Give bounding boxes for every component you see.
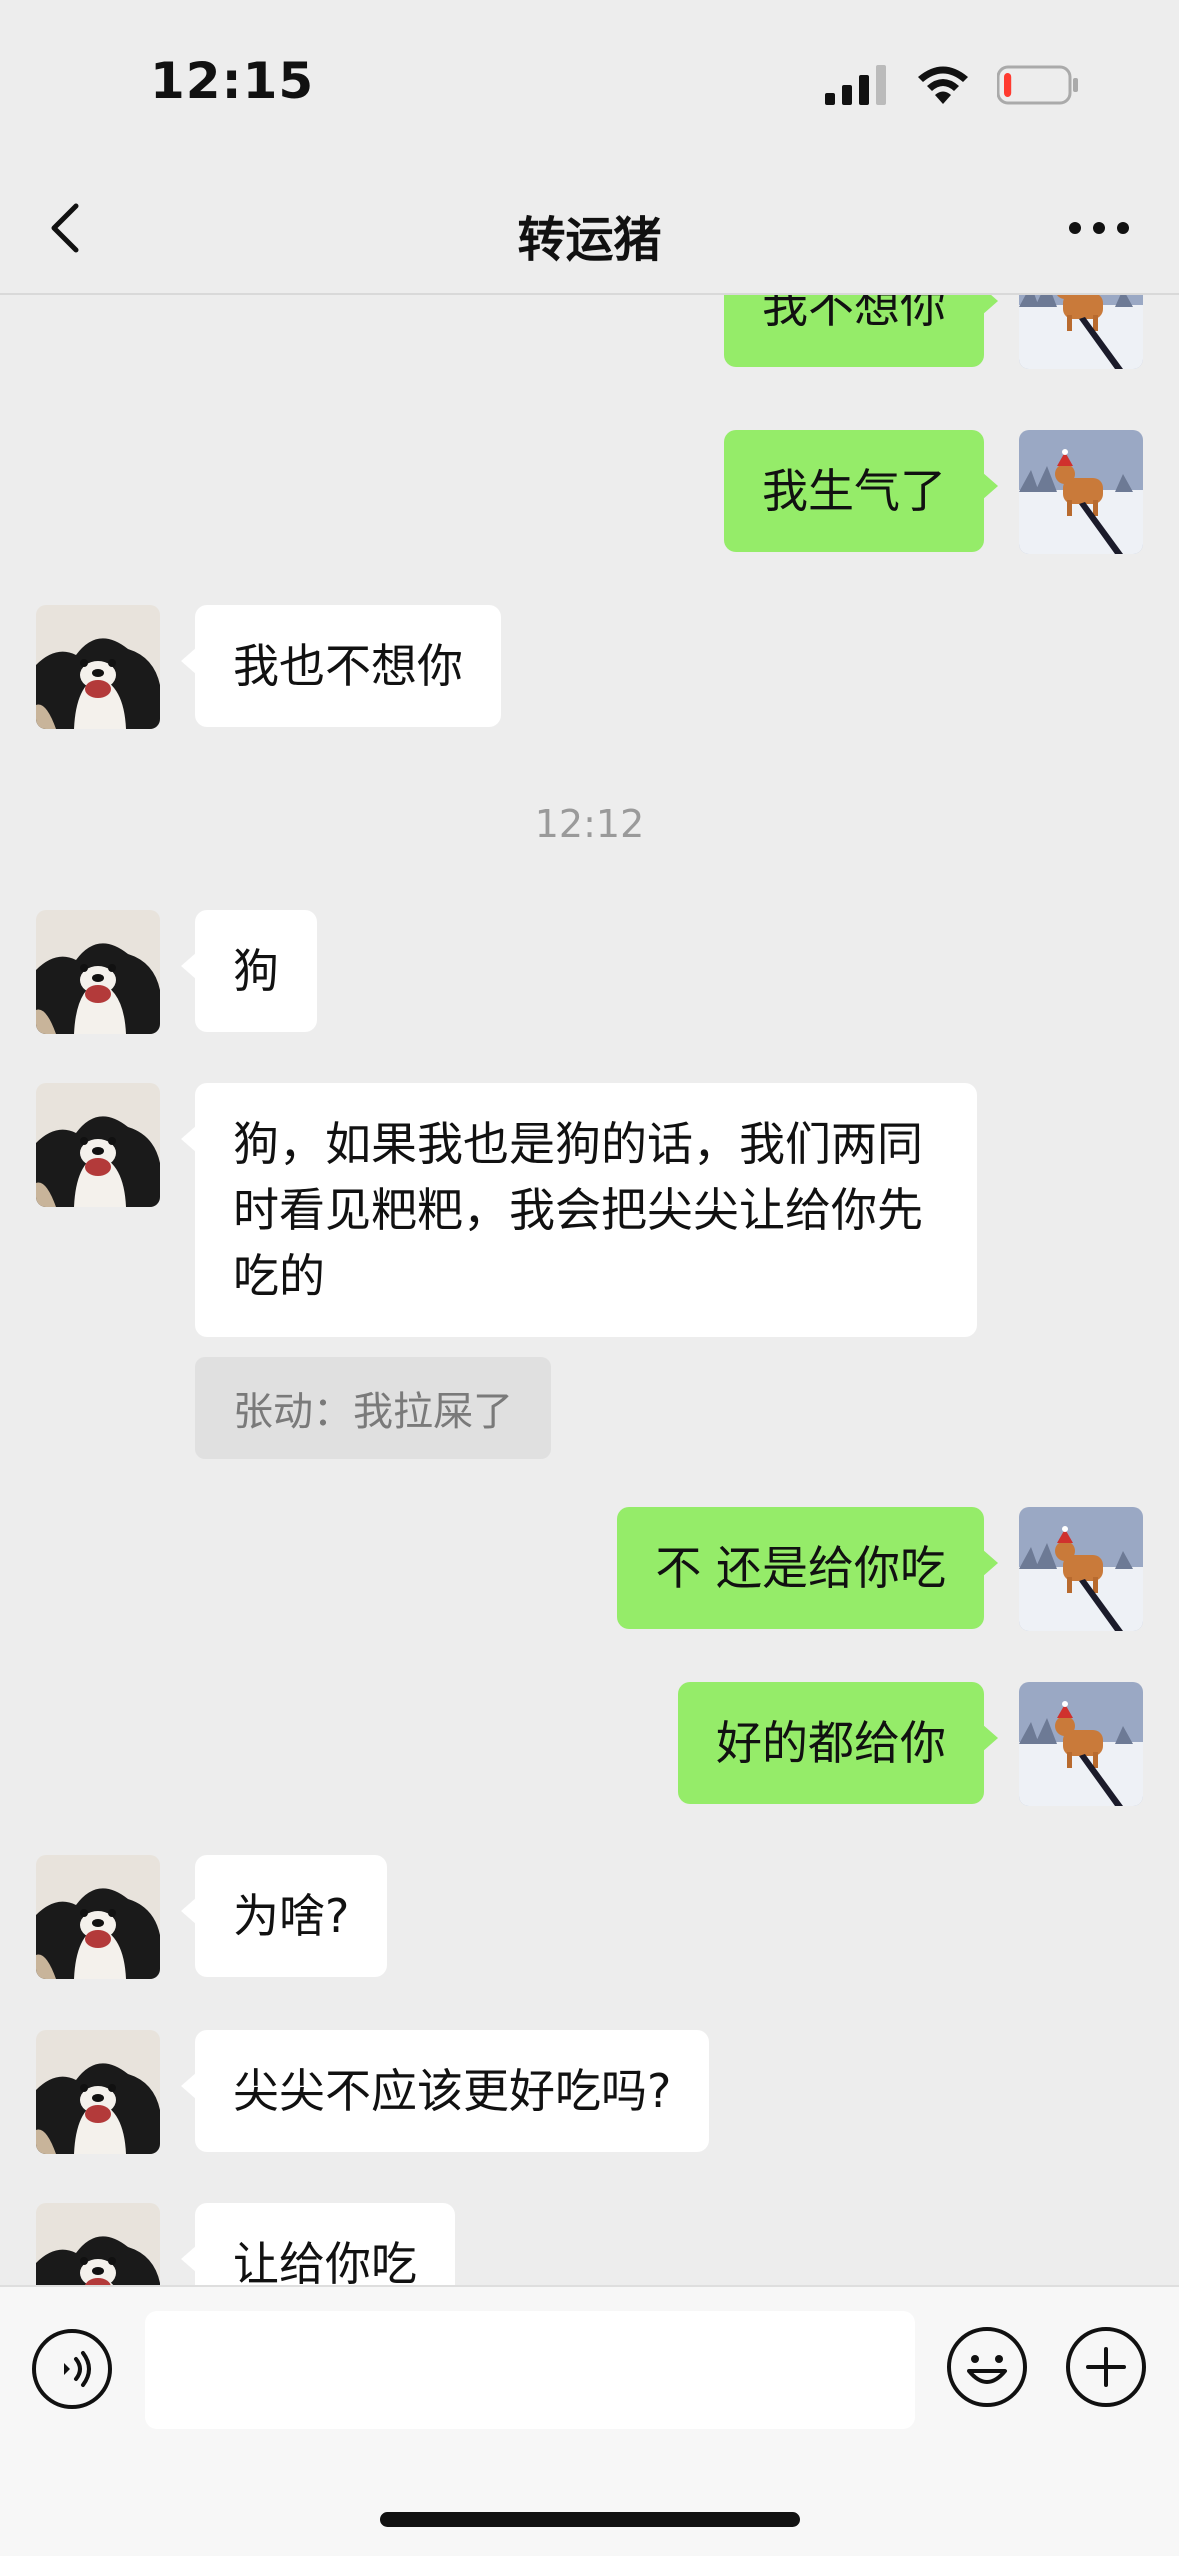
voice-icon[interactable]	[30, 2327, 114, 2411]
message-bubble-other[interactable]: 尖尖不应该更好吃吗?	[180, 2030, 710, 2152]
message-bubble-self[interactable]: 我不想你	[724, 295, 998, 367]
plus-icon[interactable]	[1064, 2325, 1148, 2409]
battery-level-fill	[1004, 73, 1012, 97]
avatar-other[interactable]	[36, 605, 160, 729]
message-bubble-self[interactable]: 我生气了	[724, 430, 998, 552]
status-time: 12:15	[150, 52, 315, 110]
signal-icon	[825, 65, 886, 105]
message-bubble-self[interactable]: 好的都给你	[678, 1682, 998, 1804]
nav-bar: 转运猪	[0, 160, 1179, 295]
home-indicator[interactable]	[380, 2512, 800, 2527]
avatar-self[interactable]	[1019, 1507, 1143, 1631]
message-timestamp: 12:12	[534, 802, 645, 846]
status-bar: 12:15	[0, 0, 1179, 160]
avatar-other[interactable]	[36, 1855, 160, 1979]
chat-title: 转运猪	[517, 212, 662, 268]
message-bubble-other[interactable]: 让给你吃	[181, 2203, 455, 2285]
more-dots-icon[interactable]	[1059, 198, 1139, 258]
avatar-other[interactable]	[36, 910, 160, 1034]
message-input[interactable]	[145, 2311, 915, 2429]
message-bubble-other[interactable]: 我也不想你	[181, 605, 501, 727]
message-bubble-other[interactable]: 狗	[181, 910, 317, 1032]
avatar-self[interactable]	[1019, 1682, 1143, 1806]
wifi-icon	[918, 66, 968, 104]
avatar-other[interactable]	[36, 1083, 160, 1207]
quoted-message[interactable]: 张动：我拉屎了	[195, 1357, 551, 1459]
avatar-other[interactable]	[36, 2203, 160, 2285]
avatar-other[interactable]	[36, 2030, 160, 2154]
emoji-icon[interactable]	[945, 2325, 1029, 2409]
avatar-self[interactable]	[1019, 295, 1143, 369]
avatar-self[interactable]	[1019, 430, 1143, 554]
message-bubble-self[interactable]: 不 还是给你吃	[617, 1507, 998, 1629]
message-bubble-other[interactable]: 为啥?	[180, 1855, 388, 1977]
status-icons	[825, 64, 1079, 106]
message-bubble-other[interactable]: 狗，如果我也是狗的话，我们两同时看见粑粑，我会把尖尖让给你先吃的	[181, 1083, 977, 1337]
chat-area[interactable]: 我不想你 我生气了 我也不想你 12:12 狗 狗，如果我也是狗的话，我们两同时…	[0, 295, 1179, 2285]
battery-icon	[997, 65, 1078, 105]
